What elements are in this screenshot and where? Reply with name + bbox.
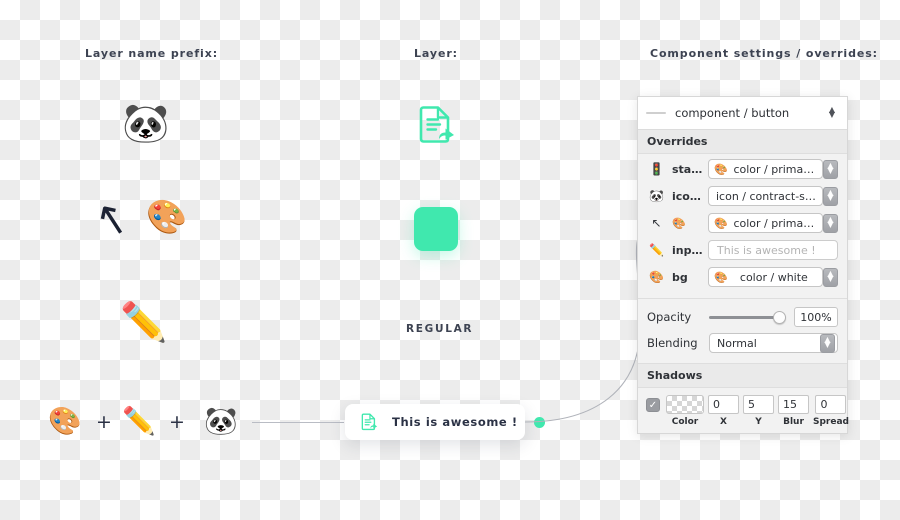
chevron-down-icon: ▼ xyxy=(827,193,834,202)
shadows-section-title: Shadows xyxy=(638,364,847,388)
artist-palette-emoji: 🎨 xyxy=(714,162,728,176)
component-inspector-panel: component / button ▲ ▼ Overrides 🚦 sta… … xyxy=(637,96,849,434)
shadow-y-column: 5 Y xyxy=(743,395,774,427)
blending-label: Blending xyxy=(647,336,698,350)
formula-pencil-emoji: ✏️ xyxy=(122,406,156,437)
artist-palette-emoji: 🎨 xyxy=(146,197,188,236)
shadow-settings-row: ✓ Color 0 X 5 Y 15 Blur 0 Spread xyxy=(638,388,849,433)
shadow-blur-caption: Blur xyxy=(783,417,804,427)
chevron-down-icon: ▼ xyxy=(827,220,834,229)
mint-rounded-square xyxy=(414,207,458,251)
override-key-label: 🎨 xyxy=(672,216,686,230)
dash-icon xyxy=(646,112,666,114)
override-value-label: icon / contract-sent xyxy=(716,189,820,203)
artist-palette-emoji: 🎨 xyxy=(649,270,664,284)
canvas-stage: Layer name prefix: Layer: Component sett… xyxy=(0,0,900,520)
override-key-label: bg xyxy=(672,270,688,284)
shadow-x-input[interactable]: 0 xyxy=(708,395,739,414)
opacity-row: Opacity 100% xyxy=(647,306,838,328)
override-value-label: color / prima… xyxy=(733,162,815,176)
override-stepper-icon[interactable]: ▲ ▼ xyxy=(823,186,838,206)
override-row[interactable]: 🎨 bg 🎨 color / white ▲ ▼ xyxy=(638,265,847,289)
override-input-placeholder: This is awesome ! xyxy=(717,243,816,257)
shadow-spread-caption: Spread xyxy=(813,417,849,427)
chevron-down-icon: ▼ xyxy=(827,274,834,283)
override-value-select[interactable]: 🎨 color / prima… xyxy=(708,159,823,179)
contract-sent-icon xyxy=(361,413,378,430)
shadow-enabled-checkbox[interactable]: ✓ xyxy=(646,398,660,412)
opacity-slider-knob[interactable] xyxy=(773,310,786,324)
shadow-x-caption: X xyxy=(720,417,727,427)
override-stepper-icon[interactable]: ▲ ▼ xyxy=(823,213,838,233)
override-value-select[interactable]: 🎨 color / prima… xyxy=(708,213,823,233)
component-select-stepper-icon[interactable]: ▲ ▼ xyxy=(825,104,839,123)
shadow-color-column: Color xyxy=(666,395,704,427)
override-text-input[interactable]: This is awesome ! xyxy=(708,240,838,260)
appearance-properties: Opacity 100% Blending Normal ▲ ▼ xyxy=(638,299,847,364)
override-value-label: color / white xyxy=(739,270,808,284)
blending-mode-select[interactable]: Normal ▲ ▼ xyxy=(709,333,838,353)
heading-layer: Layer: xyxy=(414,47,458,60)
opacity-label: Opacity xyxy=(647,310,692,324)
opacity-slider[interactable] xyxy=(709,307,786,327)
override-key-label: sta… xyxy=(672,162,703,176)
panel-header-row[interactable]: component / button ▲ ▼ xyxy=(638,97,847,130)
formula-artist-palette-emoji: 🎨 xyxy=(48,406,82,437)
override-value-select[interactable]: 🎨 color / white xyxy=(708,267,823,287)
override-value-select[interactable]: icon / contract-sent xyxy=(708,186,823,206)
connector-curve-right xyxy=(524,229,649,423)
override-key-label: inp… xyxy=(672,243,703,257)
formula-panda-face-emoji: 🐼 xyxy=(204,406,238,437)
override-stepper-icon[interactable]: ▲ ▼ xyxy=(823,159,838,179)
blending-stepper-icon[interactable]: ▲ ▼ xyxy=(820,333,835,353)
override-stepper-icon[interactable]: ▲ ▼ xyxy=(823,267,838,287)
preview-button-label: This is awesome ! xyxy=(392,415,518,429)
shadow-y-input[interactable]: 5 xyxy=(743,395,774,414)
cursor-arrow-icon: ↖ xyxy=(651,216,662,230)
chevron-down-icon: ▼ xyxy=(828,110,836,119)
override-row[interactable]: 🐼 ico… icon / contract-sent ▲ ▼ xyxy=(638,184,847,208)
shadow-y-caption: Y xyxy=(755,417,762,427)
shadow-color-swatch[interactable] xyxy=(666,395,704,414)
heading-component-settings: Component settings / overrides: xyxy=(650,47,878,60)
shadow-color-caption: Color xyxy=(671,417,699,427)
heading-layer-name-prefix: Layer name prefix: xyxy=(85,47,218,60)
formula-plus-2: + xyxy=(169,411,185,433)
contract-sent-icon xyxy=(419,106,454,143)
chevron-down-icon: ▼ xyxy=(827,166,834,175)
override-row[interactable]: ↖ 🎨 🎨 color / prima… ▲ ▼ xyxy=(638,211,847,235)
formula-plus-1: + xyxy=(96,411,112,433)
shadow-spread-input[interactable]: 0 xyxy=(815,395,847,414)
override-key-label: ico… xyxy=(672,189,701,203)
preview-button-card[interactable]: This is awesome ! xyxy=(345,404,545,440)
cursor-arrow-icon: ↖ xyxy=(90,190,136,247)
shadow-spread-column: 0 Spread xyxy=(813,395,849,427)
blending-row: Blending Normal ▲ ▼ xyxy=(647,332,838,354)
pencil-emoji: ✏️ xyxy=(649,243,664,257)
component-name-label: component / button xyxy=(675,106,790,120)
blending-mode-value: Normal xyxy=(717,336,757,350)
artist-palette-emoji: 🎨 xyxy=(714,216,728,230)
pencil-emoji: ✏️ xyxy=(120,300,168,344)
shadow-blur-column: 15 Blur xyxy=(778,395,809,427)
artist-palette-emoji: 🎨 xyxy=(714,270,728,284)
chevron-down-icon: ▼ xyxy=(824,340,831,349)
connector-line-left xyxy=(252,422,344,423)
overrides-list: 🚦 sta… 🎨 color / prima… ▲ ▼ 🐼 ico… icon … xyxy=(638,154,847,299)
regular-label: REGULAR xyxy=(406,323,474,335)
override-value-label: color / prima… xyxy=(733,216,815,230)
traffic-light-emoji: 🚦 xyxy=(649,162,664,176)
opacity-value-input[interactable]: 100% xyxy=(794,307,838,327)
shadow-blur-input[interactable]: 15 xyxy=(778,395,809,414)
shadow-x-column: 0 X xyxy=(708,395,739,427)
override-row[interactable]: ✏️ inp… This is awesome ! xyxy=(638,238,847,262)
panda-face-emoji: 🐼 xyxy=(649,189,664,203)
panda-face-emoji: 🐼 xyxy=(122,101,170,145)
override-row[interactable]: 🚦 sta… 🎨 color / prima… ▲ ▼ xyxy=(638,157,847,181)
overrides-section-title: Overrides xyxy=(638,130,847,154)
